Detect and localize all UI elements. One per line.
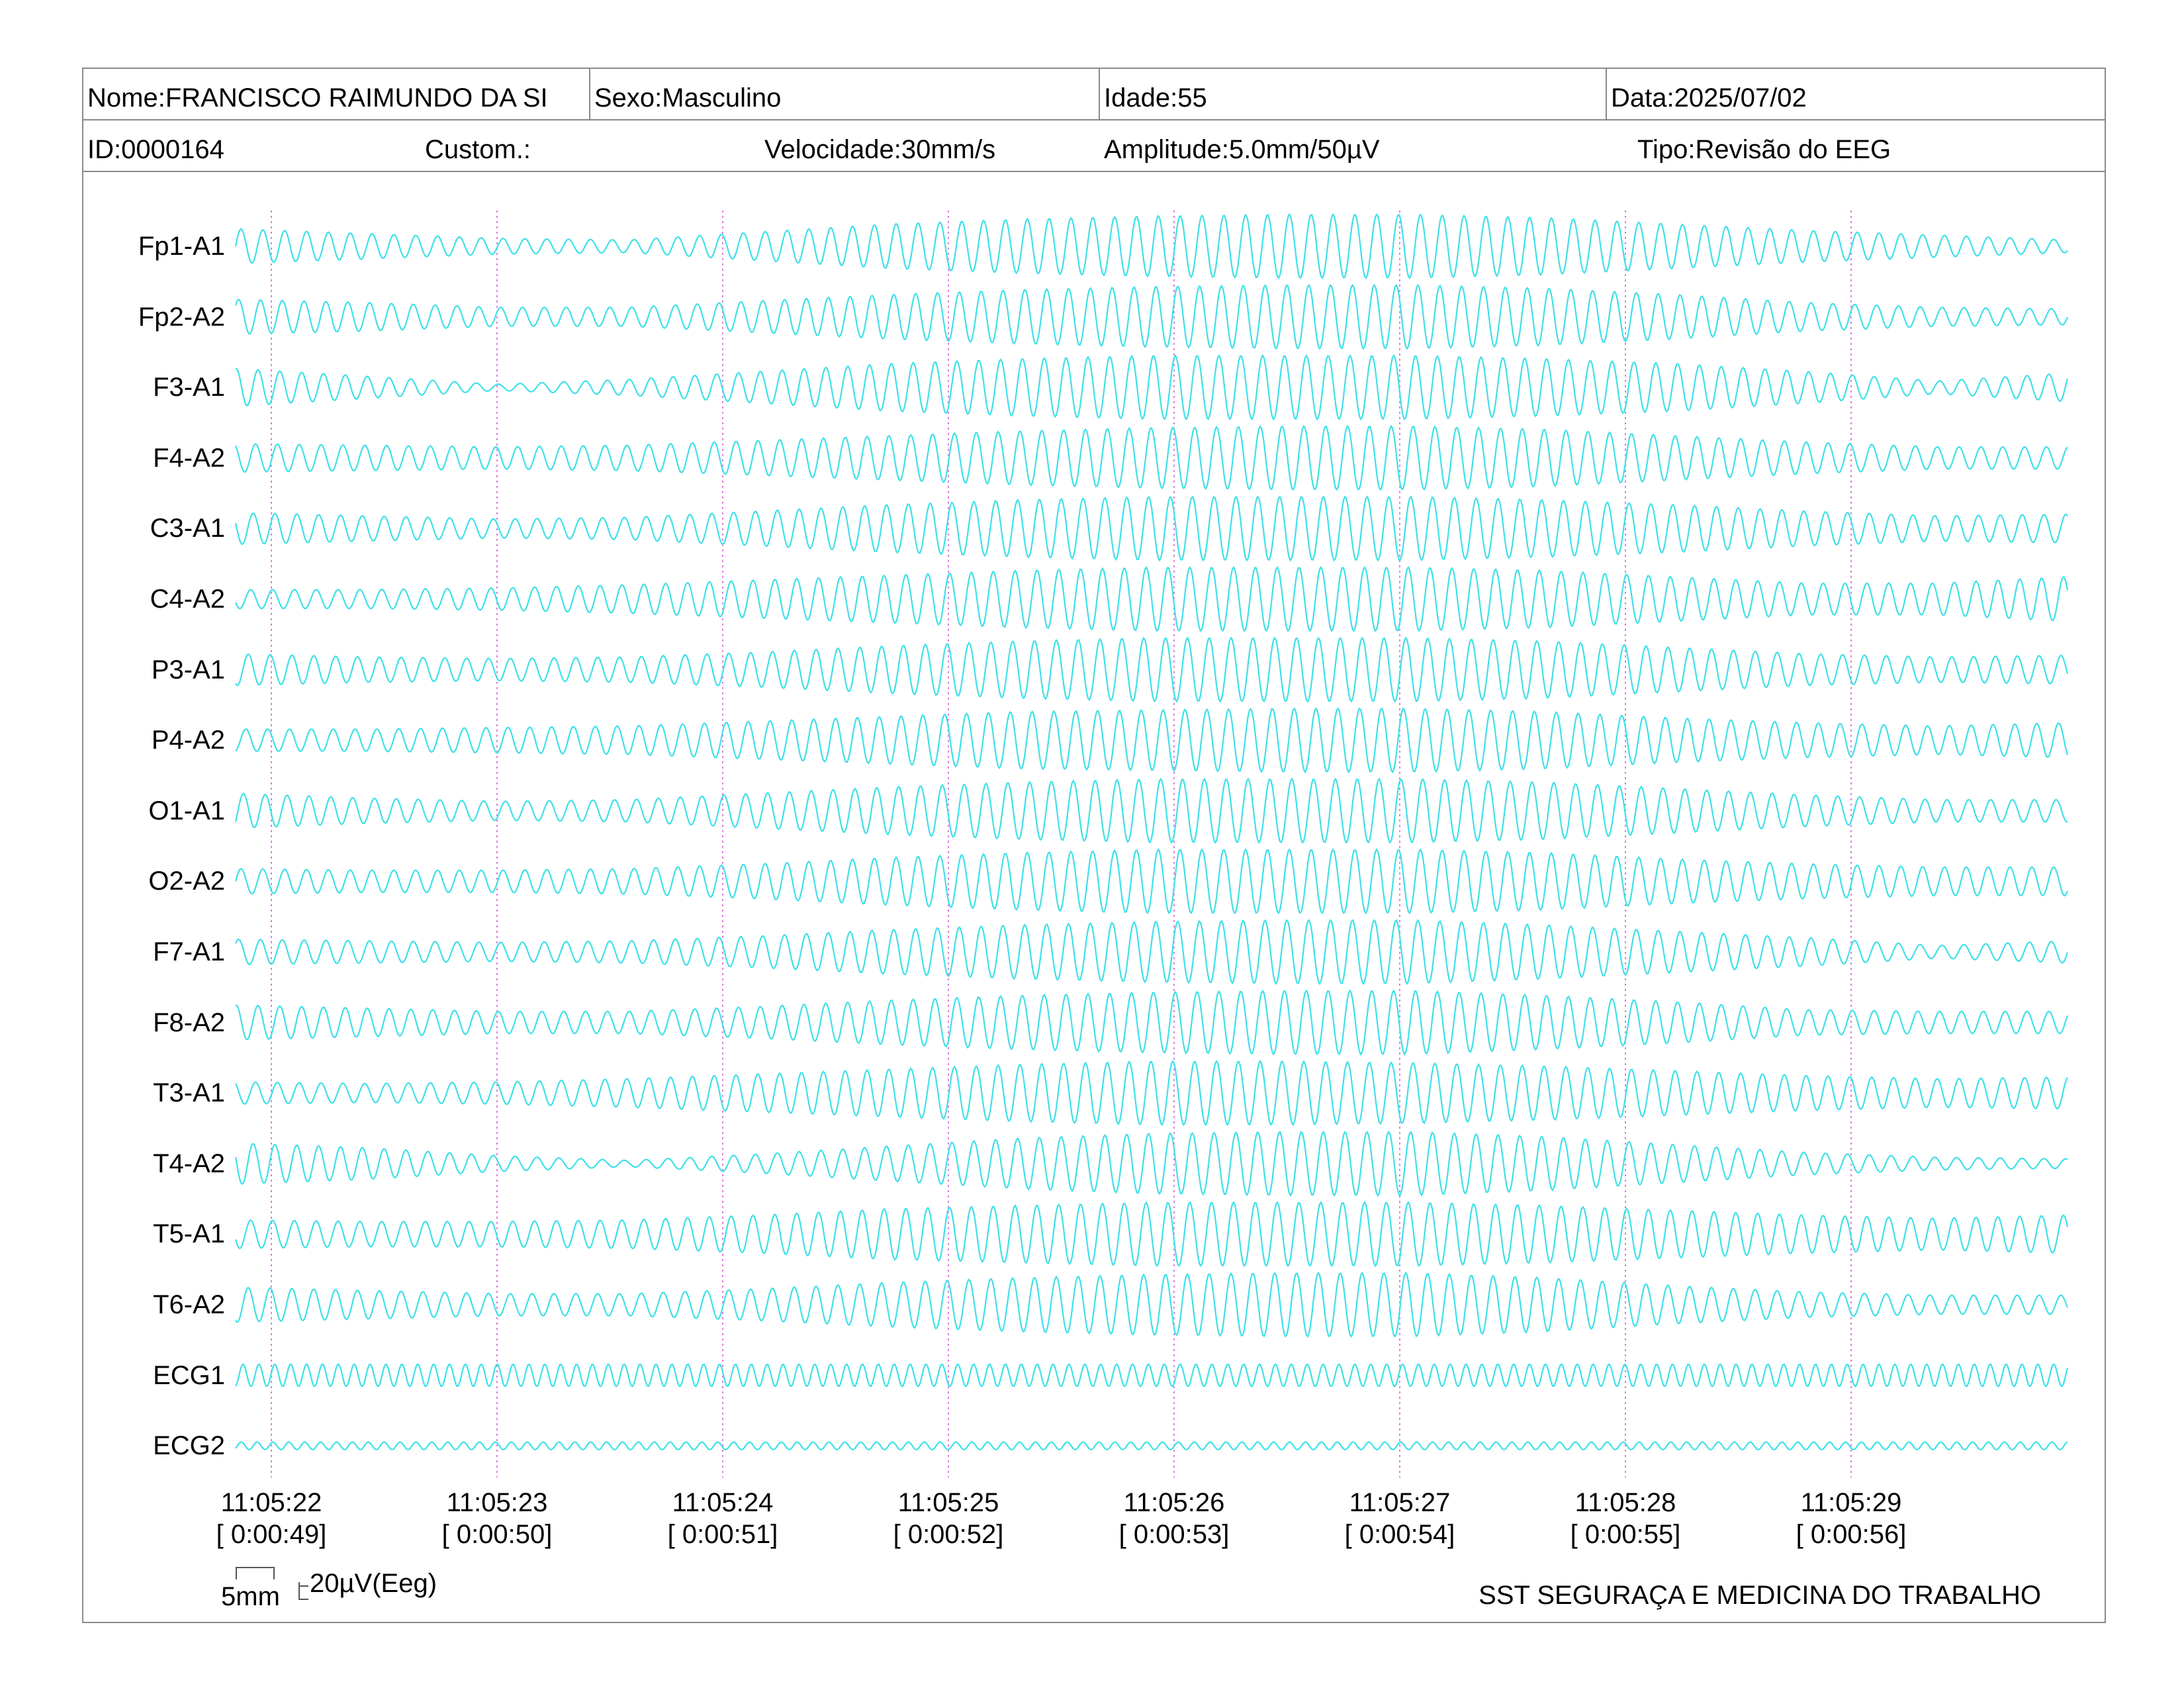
amplitude-scale-label: 20µV(Eeg) — [310, 1569, 437, 1598]
scale-bar-lines — [236, 1567, 308, 1600]
time-scale-label: 5mm — [221, 1582, 280, 1611]
clinic-footer: SST SEGURAÇA E MEDICINA DO TRABALHO — [1479, 1581, 2041, 1610]
